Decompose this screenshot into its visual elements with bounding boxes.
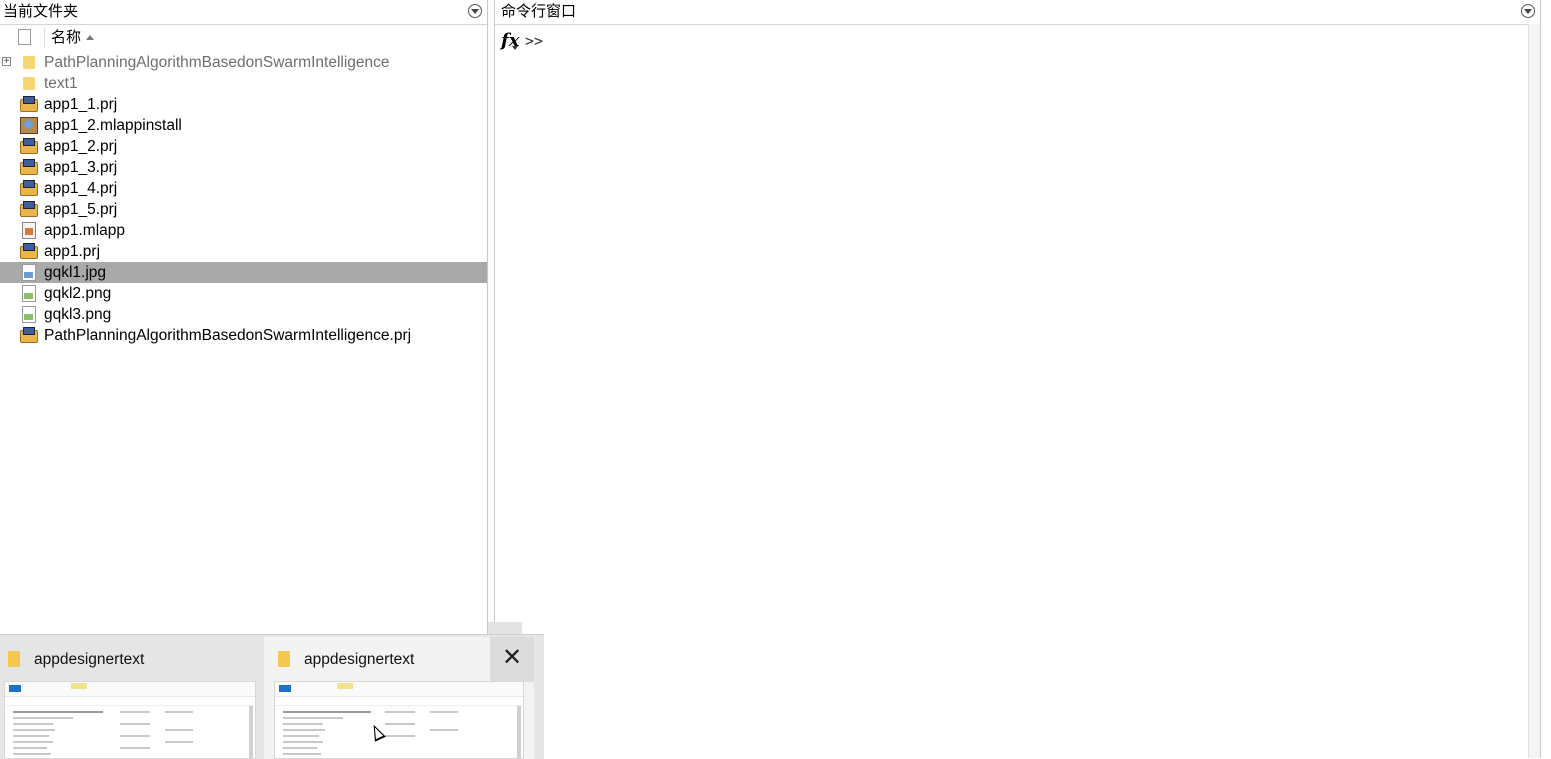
file-name-label: text1 xyxy=(44,75,78,92)
window-preview[interactable] xyxy=(4,681,256,759)
file-row[interactable]: app1_2.prj xyxy=(0,136,487,157)
file-name-label: gqkl3.png xyxy=(44,306,112,323)
file-name-label: app1_2.mlappinstall xyxy=(44,117,182,134)
mlapp-file-icon xyxy=(20,222,38,239)
file-row[interactable]: app1_5.prj xyxy=(0,199,487,220)
folder-icon xyxy=(20,54,38,71)
file-row[interactable]: app1_1.prj xyxy=(0,94,487,115)
image-file-icon xyxy=(20,306,38,323)
column-separator[interactable] xyxy=(44,28,45,48)
file-name-label: app1_5.prj xyxy=(44,201,118,218)
name-column-header[interactable]: 名称 xyxy=(51,26,81,50)
file-row[interactable]: app1_2.mlappinstall xyxy=(0,115,487,136)
project-file-icon xyxy=(20,180,38,197)
vertical-scrollbar[interactable] xyxy=(1528,24,1540,758)
image-file-icon xyxy=(20,264,38,281)
project-file-icon xyxy=(20,201,38,218)
panel-menu-dropdown-icon[interactable] xyxy=(1521,4,1535,18)
file-row[interactable]: app1.mlapp xyxy=(0,220,487,241)
current-folder-title: 当前文件夹 xyxy=(3,3,79,20)
folder-icon xyxy=(8,651,20,667)
file-row[interactable]: PathPlanningAlgorithmBasedonSwarmIntelli… xyxy=(0,325,487,346)
file-name-label: app1.prj xyxy=(44,243,101,260)
command-prompt: >> xyxy=(525,32,544,50)
window-title: appdesignertext xyxy=(34,651,145,668)
close-window-button[interactable]: ✕ xyxy=(490,637,534,682)
image-file-icon xyxy=(20,285,38,302)
fx-dropdown-caret-icon xyxy=(512,46,518,50)
project-file-icon xyxy=(20,138,38,155)
window-title: appdesignertext xyxy=(304,651,415,668)
file-row[interactable]: gqkl2.png xyxy=(0,283,487,304)
file-name-label: app1.mlapp xyxy=(44,222,126,239)
window-thumbnail-2[interactable]: appdesignertext ✕ xyxy=(264,637,534,759)
file-name-label: app1_1.prj xyxy=(44,96,118,113)
panel-splitter[interactable] xyxy=(488,622,522,634)
file-name-label: gqkl1.jpg xyxy=(44,264,107,281)
file-row[interactable]: gqkl1.jpg xyxy=(0,262,487,283)
folder-row[interactable]: + PathPlanningAlgorithmBasedonSwarmIntell… xyxy=(0,52,487,73)
sort-ascending-icon xyxy=(86,35,94,40)
file-row[interactable]: app1_4.prj xyxy=(0,178,487,199)
mouse-cursor-icon xyxy=(368,722,386,742)
file-name-label: app1_2.prj xyxy=(44,138,118,155)
command-window-panel[interactable]: 命令行窗口 fx >> xyxy=(494,0,1541,758)
app-installer-icon xyxy=(20,117,38,134)
column-header: 名称 xyxy=(0,26,487,50)
file-name-label: PathPlanningAlgorithmBasedonSwarmIntelli… xyxy=(44,54,390,71)
current-folder-header: 当前文件夹 xyxy=(0,0,487,25)
project-file-icon xyxy=(20,243,38,260)
file-type-column-icon[interactable] xyxy=(18,29,31,45)
command-window-header: 命令行窗口 xyxy=(495,0,1540,25)
expand-icon[interactable]: + xyxy=(2,57,11,67)
project-file-icon xyxy=(20,327,38,344)
file-name-label: PathPlanningAlgorithmBasedonSwarmIntelli… xyxy=(44,327,412,344)
file-list: + PathPlanningAlgorithmBasedonSwarmIntell… xyxy=(0,52,487,346)
window-preview[interactable] xyxy=(274,681,524,759)
window-thumbnail-1[interactable]: appdesignertext xyxy=(0,637,262,759)
folder-row[interactable]: text1 xyxy=(0,73,487,94)
command-window-title: 命令行窗口 xyxy=(501,3,577,20)
file-name-label: gqkl2.png xyxy=(44,285,112,302)
file-row[interactable]: app1.prj xyxy=(0,241,487,262)
folder-icon xyxy=(20,75,38,92)
file-name-label: app1_4.prj xyxy=(44,180,118,197)
panel-menu-dropdown-icon[interactable] xyxy=(468,4,482,18)
folder-icon xyxy=(278,651,290,667)
file-row[interactable]: gqkl3.png xyxy=(0,304,487,325)
file-name-label: app1_3.prj xyxy=(44,159,118,176)
project-file-icon xyxy=(20,96,38,113)
file-row[interactable]: app1_3.prj xyxy=(0,157,487,178)
taskbar-thumbnail-popup: appdesignertext appdesignertext ✕ xyxy=(0,634,544,759)
project-file-icon xyxy=(20,159,38,176)
